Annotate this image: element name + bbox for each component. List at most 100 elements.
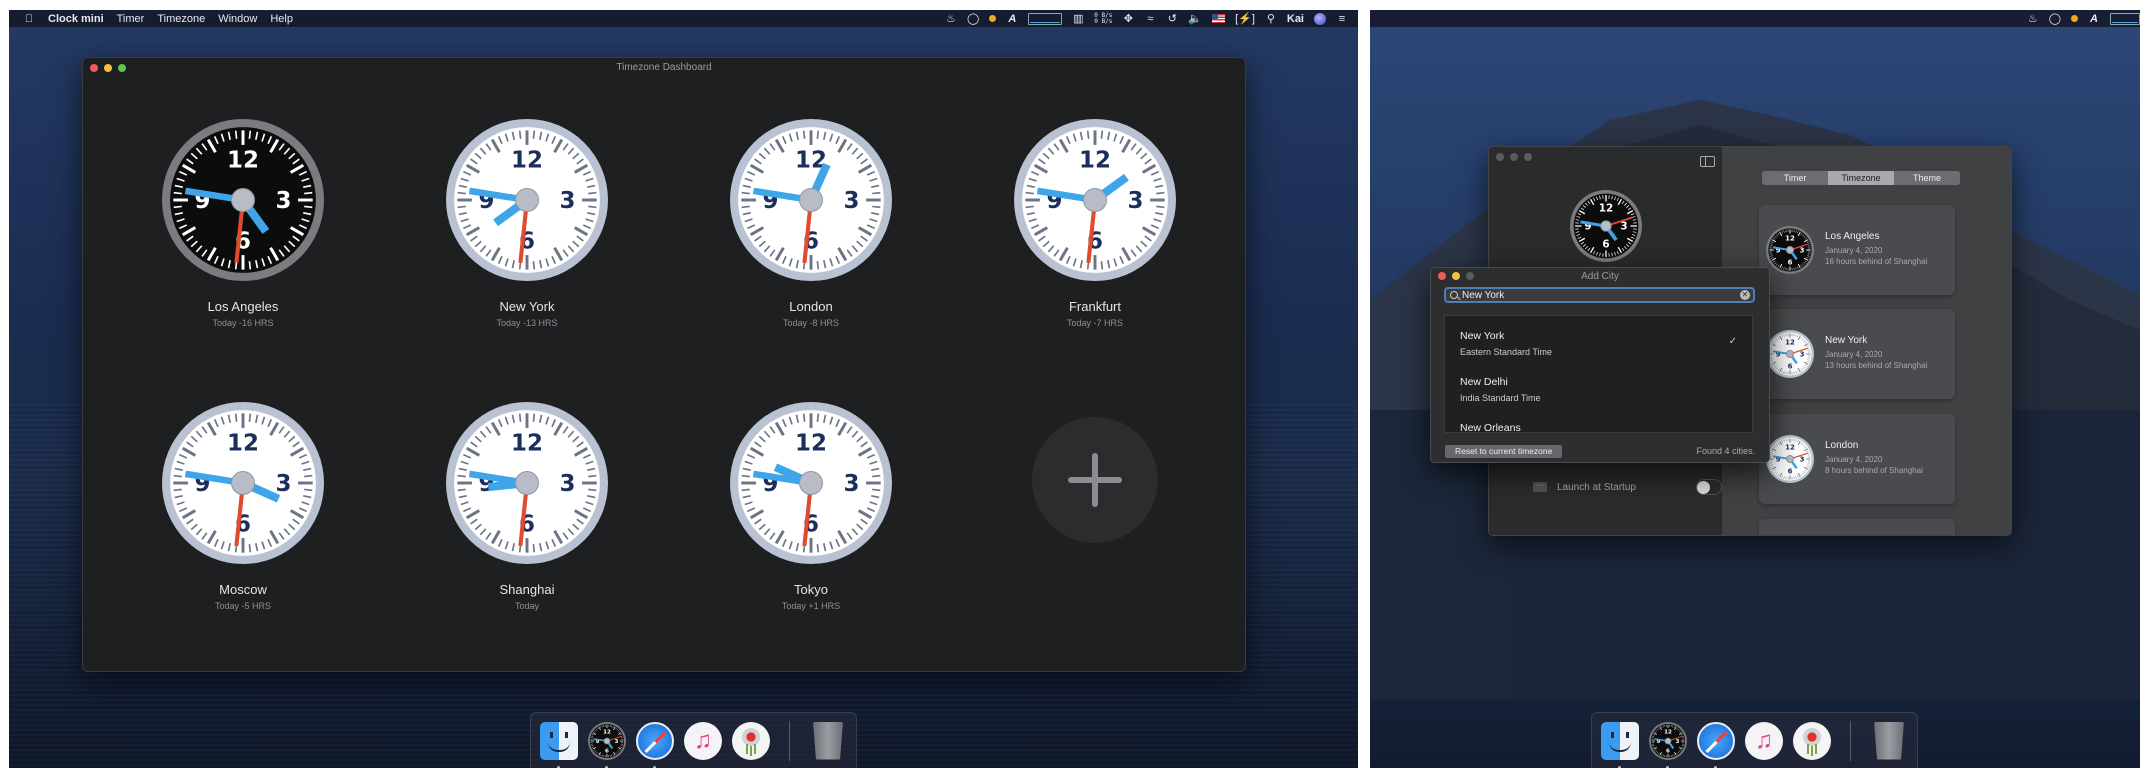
dock-safari[interactable]	[1696, 721, 1736, 768]
dock-safari[interactable]	[635, 721, 675, 768]
siri-icon[interactable]	[1314, 12, 1326, 25]
user-name[interactable]: Kai	[1287, 13, 1304, 25]
dock-photos[interactable]	[1792, 721, 1832, 761]
dock-clock-mini[interactable]: 12 3 6 9	[587, 721, 627, 768]
dock-finder[interactable]	[539, 721, 579, 768]
zoom-button[interactable]	[1524, 153, 1532, 161]
clock-tick	[741, 474, 750, 478]
timezone-card[interactable]	[1759, 519, 1955, 535]
tab-timezone[interactable]: Timezone	[1828, 171, 1894, 185]
clock-card[interactable]: 12 3 6 9 New York Today -13 HRS	[407, 118, 647, 328]
city-name: New York	[499, 299, 555, 314]
clock-tick	[248, 261, 252, 270]
dock-music[interactable]: ♫	[1744, 721, 1784, 761]
clock-tick	[173, 488, 182, 492]
clock-tick	[1100, 130, 1104, 139]
clock-tick	[816, 261, 820, 270]
menu-help[interactable]: Help	[270, 13, 293, 25]
activity-graph-icon[interactable]	[1028, 12, 1063, 25]
city-result[interactable]: New Delhi India Standard Time	[1445, 362, 1752, 408]
spotlight-search-icon[interactable]: ⚲	[1265, 12, 1277, 26]
clock-center-cap	[1664, 737, 1672, 744]
docker-icon[interactable]: ♨	[945, 12, 957, 26]
sidebar-toggle-icon[interactable]	[1700, 156, 1715, 167]
tab-theme[interactable]: Theme	[1894, 171, 1960, 185]
timezone-card[interactable]: 12 3 6 9 Los Angeles January 4, 2020 16 hou…	[1759, 205, 1955, 295]
clock-tick	[304, 205, 313, 209]
notification-center-icon[interactable]: ≡	[1336, 12, 1348, 26]
time-offset: Today -7 HRS	[1066, 318, 1124, 328]
minimize-button[interactable]	[1510, 153, 1518, 161]
clock-tick	[518, 413, 522, 422]
font-icon[interactable]: A	[2088, 12, 2100, 26]
dock-trash[interactable]	[808, 721, 848, 761]
clock-tick	[532, 544, 536, 553]
result-city: New York	[1460, 330, 1505, 342]
dock-clock-mini[interactable]: 12 3 6 9	[1648, 721, 1688, 768]
photos-icon	[732, 721, 770, 760]
move-icon[interactable]: ✥	[1122, 12, 1134, 26]
reset-timezone-button[interactable]: Reset to current timezone	[1445, 445, 1563, 458]
timezone-card[interactable]: 12 3 6 9 New York January 4, 2020 13 hours …	[1759, 309, 1955, 399]
analog-clock: 12369	[162, 402, 324, 564]
clear-search-icon[interactable]: ✕	[1740, 290, 1750, 300]
dock-music[interactable]: ♫	[683, 721, 723, 761]
close-button[interactable]	[1496, 153, 1504, 161]
clock-tick	[872, 191, 881, 195]
city-result[interactable]: New York Eastern Standard Time ✓	[1445, 316, 1752, 362]
dock-photos[interactable]	[731, 721, 771, 761]
clock-card[interactable]: 12 3 6 9 Los Angeles Today -16 HRS	[123, 118, 363, 328]
clock-tick	[741, 191, 750, 195]
stats-icon[interactable]: ▥	[1072, 12, 1084, 26]
clock-card[interactable]: 12 3 6 9 Shanghai Today	[407, 401, 647, 611]
clock-tick	[1156, 205, 1165, 209]
apple-icon[interactable]: 	[23, 12, 35, 26]
clock-card[interactable]: 12 3 6 9 London Today -8 HRS	[691, 118, 931, 328]
dock-finder[interactable]	[1600, 721, 1640, 768]
us-flag-icon[interactable]	[1212, 14, 1226, 23]
city-results-list[interactable]: New York Eastern Standard Time ✓ New Del…	[1444, 315, 1753, 433]
docker-icon[interactable]: ♨	[2027, 12, 2039, 26]
add-city-button[interactable]	[1032, 417, 1158, 543]
wifi-icon[interactable]: ≈	[1144, 12, 1156, 26]
city-name: Frankfurt	[1068, 299, 1121, 314]
status-dot-icon[interactable]	[2071, 15, 2078, 22]
clock-numeral: 12	[1785, 235, 1795, 243]
volume-icon[interactable]: 🔈	[1188, 12, 1202, 26]
clock-numeral: 12	[1664, 729, 1672, 735]
city-search-field[interactable]: ✕	[1444, 287, 1755, 303]
menu-app-name[interactable]: Clock mini	[48, 13, 104, 25]
clock-tick	[588, 205, 597, 209]
window-title: Timezone Dashboard	[616, 62, 712, 73]
clock-numeral: 3	[276, 188, 292, 214]
clock-card[interactable]: 12 3 6 9 Moscow Today -5 HRS	[123, 401, 363, 611]
time-machine-icon[interactable]: ↺	[1166, 12, 1178, 26]
launch-at-startup-label: Launch at Startup	[1557, 481, 1636, 493]
dock-trash[interactable]	[1869, 721, 1909, 761]
clock-center-cap	[1786, 455, 1794, 463]
clock-tick	[816, 544, 820, 553]
clock-card[interactable]: 12 3 6 9 Tokyo Today +1 HRS	[691, 401, 931, 611]
battery-icon[interactable]: [⚡]	[1235, 12, 1255, 26]
add-city-dialog: Add City ✕ New York Eastern Standard Tim…	[1430, 267, 1770, 463]
menu-window[interactable]: Window	[218, 13, 257, 25]
activity-graph-icon[interactable]	[2110, 12, 2140, 25]
clock-tick	[457, 474, 466, 478]
creative-cloud-icon[interactable]: ◯	[967, 12, 979, 26]
menu-timezone[interactable]: Timezone	[157, 13, 205, 25]
title-bar: Add City	[1431, 268, 1769, 284]
launch-at-startup-toggle[interactable]	[1695, 479, 1722, 495]
finder-icon	[1601, 721, 1639, 760]
city-result[interactable]: New Orleans	[1445, 408, 1752, 432]
clock-tick	[532, 130, 536, 139]
tab-timer[interactable]: Timer	[1762, 171, 1828, 185]
menu-timer[interactable]: Timer	[117, 13, 145, 25]
creative-cloud-icon[interactable]: ◯	[2049, 12, 2061, 26]
city-search-input[interactable]	[1462, 289, 1740, 301]
timezone-card[interactable]: 12 3 6 9 London January 4, 2020 8 hours beh…	[1759, 414, 1955, 504]
clock-tick	[518, 130, 522, 139]
net-down: 0 B/s	[1094, 17, 1113, 25]
font-icon[interactable]: A	[1006, 12, 1018, 26]
clock-card[interactable]: 12 3 6 9 Frankfurt Today -7 HRS	[975, 118, 1215, 328]
status-dot-icon[interactable]	[989, 15, 997, 22]
